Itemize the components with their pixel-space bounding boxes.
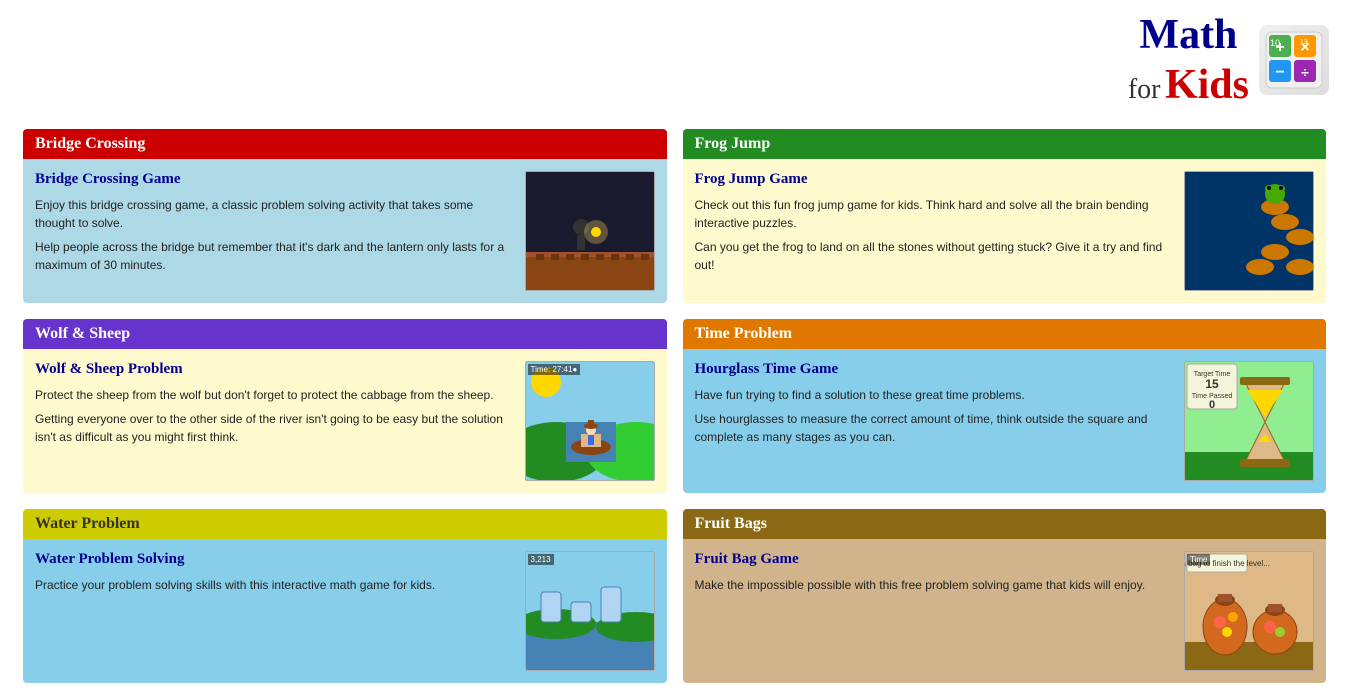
svg-text:13: 13 [1300, 39, 1308, 46]
wolf-desc2: Getting everyone over to the other side … [35, 410, 515, 446]
bridge-section: Bridge Crossing Bridge Crossing Game Enj… [23, 129, 667, 303]
wolf-section: Wolf & Sheep Wolf & Sheep Problem Protec… [23, 319, 667, 493]
water-desc1: Practice your problem solving skills wit… [35, 576, 515, 594]
fruit-section: Fruit Bags Fruit Bag Game Make the impos… [683, 509, 1327, 683]
frog-body: Frog Jump Game Check out this fun frog j… [683, 159, 1327, 303]
wolf-info: Wolf & Sheep Problem Protect the sheep f… [35, 361, 515, 481]
logo-for-kids: for Kids [1128, 60, 1249, 110]
svg-text:15: 15 [1205, 377, 1219, 391]
bridge-desc2: Help people across the bridge but rememb… [35, 238, 515, 274]
time-header: Time Problem [683, 319, 1327, 349]
bridge-header: Bridge Crossing [23, 129, 667, 159]
logo-icon: + × − ÷ 10 13 [1259, 25, 1329, 95]
fruit-thumb-label: Time [1187, 554, 1210, 565]
wolf-title[interactable]: Wolf & Sheep Problem [35, 361, 515, 378]
time-desc1: Have fun trying to find a solution to th… [695, 386, 1175, 404]
frog-title[interactable]: Frog Jump Game [695, 171, 1175, 188]
water-thumbnail[interactable]: 3,213 [525, 551, 655, 671]
time-section: Time Problem Hourglass Time Game Have fu… [683, 319, 1327, 493]
svg-text:÷: ÷ [1301, 64, 1309, 80]
fruit-title[interactable]: Fruit Bag Game [695, 551, 1175, 568]
frog-desc1: Check out this fun frog jump game for ki… [695, 196, 1175, 232]
wolf-header: Wolf & Sheep [23, 319, 667, 349]
water-header: Water Problem [23, 509, 667, 539]
wolf-thumbnail[interactable]: Time: 27:41● [525, 361, 655, 481]
frog-desc2: Can you get the frog to land on all the … [695, 238, 1175, 274]
bridge-title[interactable]: Bridge Crossing Game [35, 171, 515, 188]
fruit-body: Fruit Bag Game Make the impossible possi… [683, 539, 1327, 683]
bridge-thumbnail[interactable]: Minutes Score: 45264 [525, 171, 655, 291]
logo-text: Math for Kids [1128, 10, 1249, 111]
water-title[interactable]: Water Problem Solving [35, 551, 515, 568]
bridge-desc1: Enjoy this bridge crossing game, a class… [35, 196, 515, 232]
fruit-header: Fruit Bags [683, 509, 1327, 539]
bridge-info: Bridge Crossing Game Enjoy this bridge c… [35, 171, 515, 291]
time-desc2: Use hourglasses to measure the correct a… [695, 410, 1175, 446]
frog-info: Frog Jump Game Check out this fun frog j… [695, 171, 1175, 291]
main-grid: Bridge Crossing Bridge Crossing Game Enj… [0, 121, 1349, 691]
fruit-info: Fruit Bag Game Make the impossible possi… [695, 551, 1175, 671]
water-body: Water Problem Solving Practice your prob… [23, 539, 667, 683]
fruit-thumbnail[interactable]: Pick a bag to finish the level... Time [1184, 551, 1314, 671]
wolf-body: Wolf & Sheep Problem Protect the sheep f… [23, 349, 667, 493]
time-thumbnail[interactable]: Target Time 15 Time Passed 0 [1184, 361, 1314, 481]
time-body: Hourglass Time Game Have fun trying to f… [683, 349, 1327, 493]
wolf-thumb-time: Time: 27:41● [528, 364, 581, 375]
svg-text:10: 10 [1270, 38, 1280, 48]
bridge-body: Bridge Crossing Game Enjoy this bridge c… [23, 159, 667, 303]
wolf-desc1: Protect the sheep from the wolf but don'… [35, 386, 515, 404]
water-thumb-label: 3,213 [528, 554, 554, 565]
fruit-desc1: Make the impossible possible with this f… [695, 576, 1175, 594]
svg-text:−: − [1275, 64, 1284, 81]
time-info: Hourglass Time Game Have fun trying to f… [695, 361, 1175, 481]
page-header: Math for Kids + × − ÷ 10 13 [0, 0, 1349, 121]
svg-text:0: 0 [1209, 399, 1215, 411]
water-section: Water Problem Water Problem Solving Prac… [23, 509, 667, 683]
time-title[interactable]: Hourglass Time Game [695, 361, 1175, 378]
frog-thumbnail[interactable]: STAGE 1/10 RETRY [1184, 171, 1314, 291]
logo-math: Math [1128, 10, 1249, 60]
frog-header: Frog Jump [683, 129, 1327, 159]
frog-section: Frog Jump Frog Jump Game Check out this … [683, 129, 1327, 303]
water-info: Water Problem Solving Practice your prob… [35, 551, 515, 671]
